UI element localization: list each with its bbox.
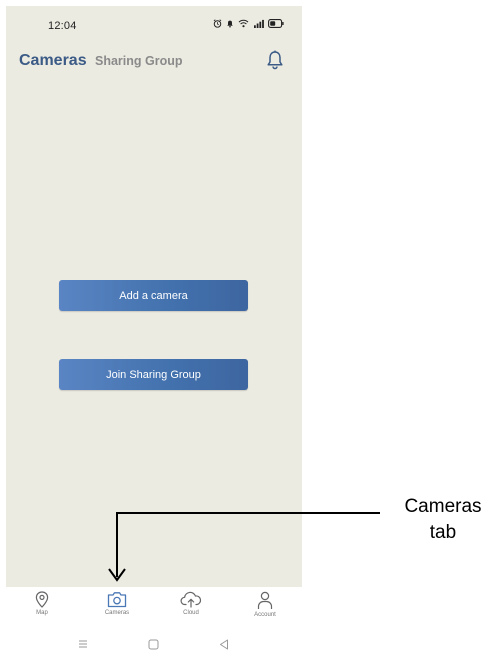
phone-screen: 12:04 Cameras Sharing Group Add a camera…	[6, 6, 302, 587]
menu-icon[interactable]	[78, 639, 88, 649]
status-time: 12:04	[48, 20, 77, 32]
map-pin-icon	[35, 591, 49, 608]
bell-icon[interactable]	[266, 50, 284, 70]
app-header: Cameras Sharing Group	[6, 46, 302, 76]
nav-label-cloud: Cloud	[183, 610, 199, 616]
tab-sharing-group[interactable]: Sharing Group	[95, 54, 183, 68]
add-camera-button[interactable]: Add a camera	[59, 280, 248, 311]
nav-item-cloud[interactable]: Cloud	[161, 587, 221, 627]
home-square-icon[interactable]	[148, 639, 159, 650]
join-sharing-group-button[interactable]: Join Sharing Group	[59, 359, 248, 390]
tab-cameras[interactable]: Cameras	[19, 52, 87, 70]
annotation-line-1: Cameras	[404, 496, 482, 517]
nav-label-account: Account	[254, 612, 276, 618]
nav-item-account[interactable]: Account	[235, 587, 295, 627]
nav-label-map: Map	[36, 610, 48, 616]
status-icons	[213, 19, 284, 28]
cloud-upload-icon	[180, 591, 202, 608]
bottom-nav: Map Cameras Cloud Account	[6, 587, 302, 627]
page: 12:04 Cameras Sharing Group Add a camera…	[0, 0, 489, 659]
annotation-line-2: tab	[429, 522, 457, 543]
nav-item-map[interactable]: Map	[12, 587, 72, 627]
annotation-label: Cameras tab	[398, 494, 488, 546]
wifi-icon	[238, 19, 249, 28]
system-nav-bar	[6, 627, 302, 659]
signal-icon	[254, 19, 264, 28]
alarm-icon	[213, 19, 222, 28]
notification-bell-status-icon	[227, 20, 233, 28]
camera-icon	[107, 592, 127, 608]
person-icon	[257, 591, 273, 609]
nav-item-cameras[interactable]: Cameras	[87, 587, 147, 627]
back-triangle-icon[interactable]	[219, 639, 229, 650]
status-bar: 12:04	[6, 6, 302, 38]
nav-label-cameras: Cameras	[104, 610, 130, 616]
battery-icon	[268, 19, 284, 28]
